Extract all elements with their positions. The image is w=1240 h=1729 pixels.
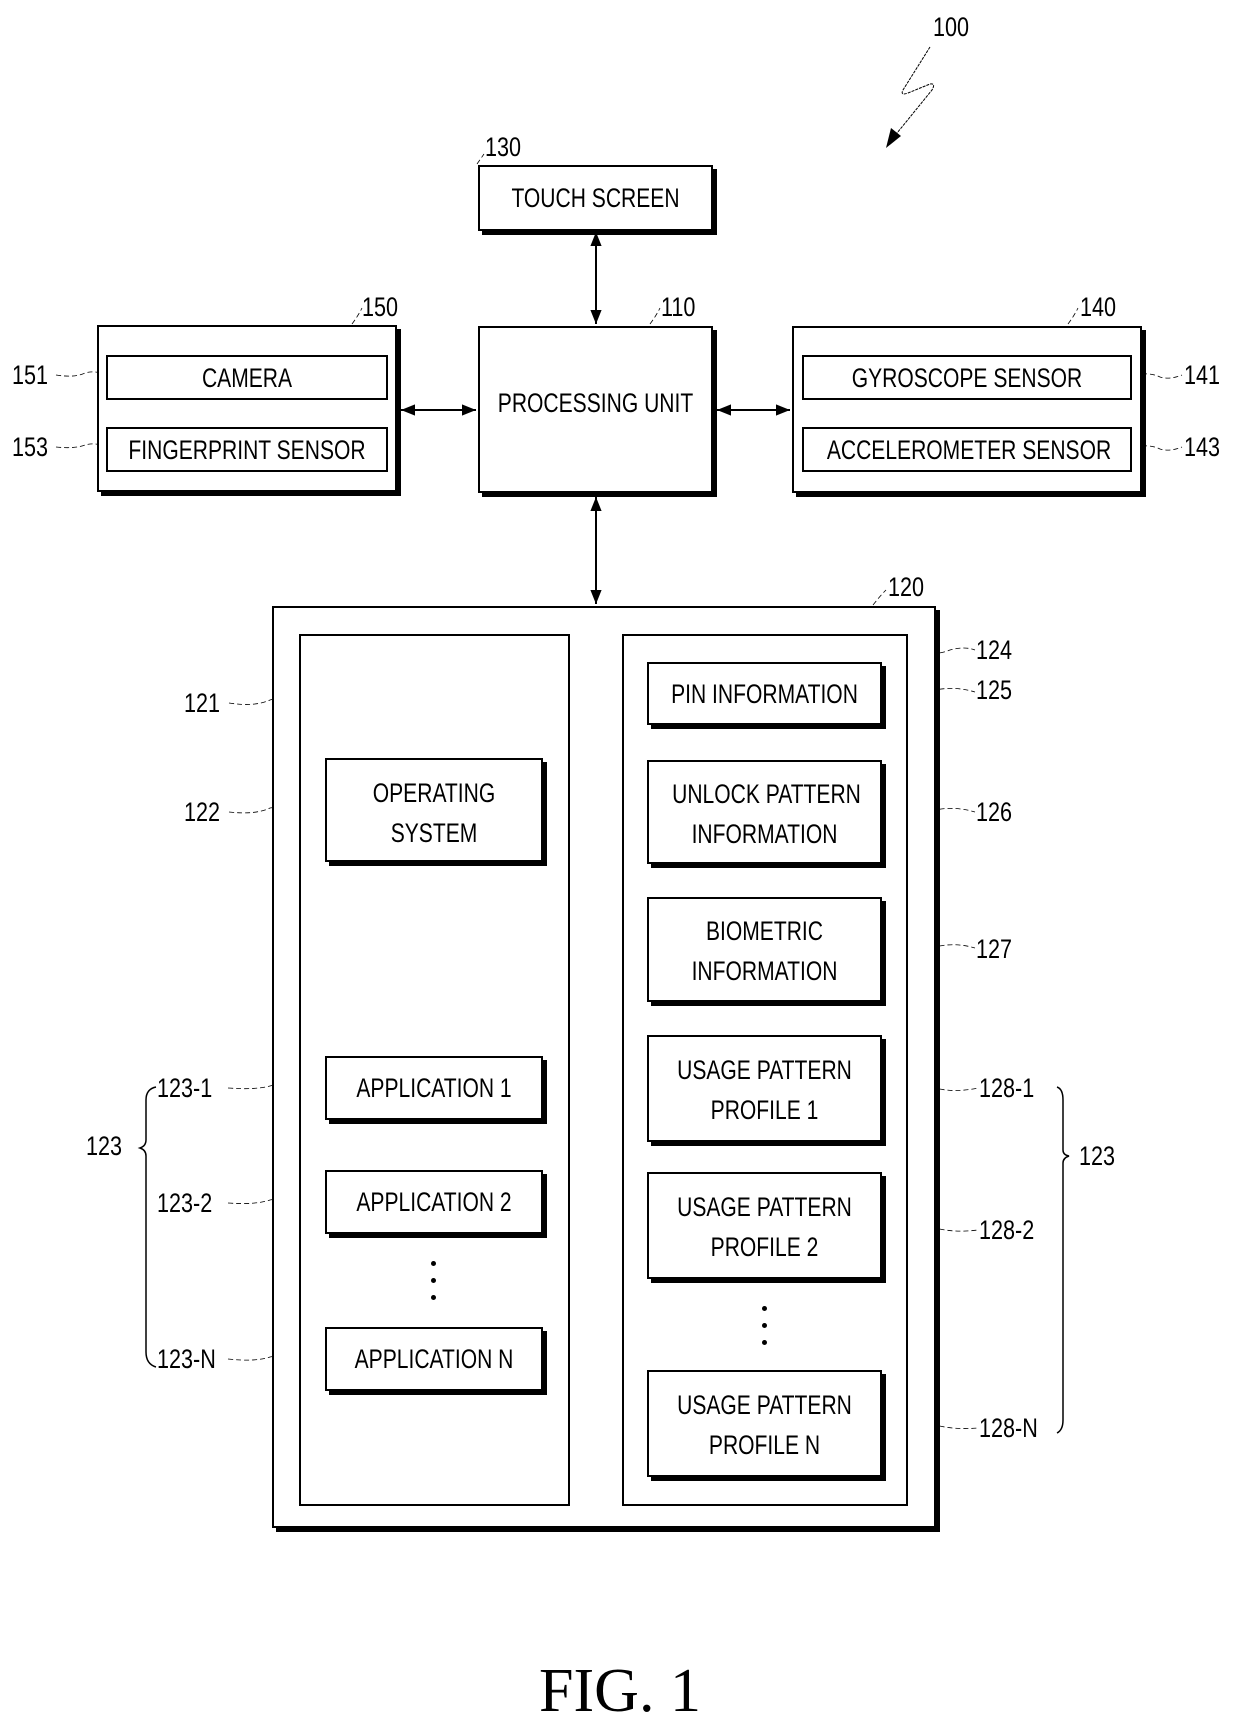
ref-123-left-group: 123 xyxy=(86,1131,123,1161)
brace-123-left xyxy=(137,1086,157,1368)
operating-system-line2: SYSTEM xyxy=(390,818,478,848)
processing-unit-label: PROCESSING UNIT xyxy=(497,388,694,418)
ref-123-n: 123-N xyxy=(157,1344,216,1374)
ref-127: 127 xyxy=(976,934,1013,964)
ref-125: 125 xyxy=(976,675,1013,705)
ref-151: 151 xyxy=(12,360,49,390)
ref-128-1: 128-1 xyxy=(979,1073,1035,1103)
usage-profile-2-line1: USAGE PATTERN xyxy=(677,1192,852,1222)
unlock-pattern-line1: UNLOCK PATTERN xyxy=(672,779,861,809)
biometric-line2: INFORMATION xyxy=(691,956,838,986)
brace-123-right xyxy=(1056,1086,1070,1434)
gyroscope-sensor-label: GYROSCOPE SENSOR xyxy=(851,362,1083,393)
application-ellipsis xyxy=(431,1261,436,1312)
application-n-label: APPLICATION N xyxy=(354,1344,514,1374)
unlock-pattern-line2: INFORMATION xyxy=(691,819,838,849)
ref-128-2: 128-2 xyxy=(979,1215,1035,1245)
ref-150: 150 xyxy=(362,292,399,322)
usage-profile-n-line1: USAGE PATTERN xyxy=(677,1390,852,1420)
ref-130: 130 xyxy=(485,132,522,162)
application-1-label: APPLICATION 1 xyxy=(356,1073,512,1103)
processing-unit-block: PROCESSING UNIT xyxy=(478,326,713,493)
usage-profile-1-line1: USAGE PATTERN xyxy=(677,1055,852,1085)
accelerometer-sensor-block: ACCELEROMETER SENSOR xyxy=(802,427,1132,472)
ref-128-n: 128-N xyxy=(979,1413,1038,1443)
ref-123-1: 123-1 xyxy=(157,1073,213,1103)
figure-caption: FIG. 1 xyxy=(539,1657,701,1725)
application-2-block: APPLICATION 2 xyxy=(325,1170,543,1234)
touch-screen-block: TOUCH SCREEN xyxy=(478,165,713,231)
usage-pattern-profile-1-block: USAGE PATTERN PROFILE 1 xyxy=(647,1035,882,1142)
ref-123-2: 123-2 xyxy=(157,1188,213,1218)
ref-143: 143 xyxy=(1184,432,1221,462)
usage-pattern-profile-2-block: USAGE PATTERN PROFILE 2 xyxy=(647,1172,882,1279)
gyroscope-sensor-block: GYROSCOPE SENSOR xyxy=(802,355,1132,400)
usage-profile-2-line2: PROFILE 2 xyxy=(710,1232,819,1262)
ref-100: 100 xyxy=(933,12,970,42)
unlock-pattern-block: UNLOCK PATTERN INFORMATION xyxy=(647,760,882,864)
pin-information-label: PIN INFORMATION xyxy=(671,678,858,709)
profile-ellipsis xyxy=(762,1306,767,1357)
ref-121: 121 xyxy=(184,688,221,718)
camera-label: CAMERA xyxy=(201,362,293,393)
application-1-block: APPLICATION 1 xyxy=(325,1056,543,1120)
operating-system-line1: OPERATING xyxy=(372,778,496,808)
camera-block: CAMERA xyxy=(106,355,388,400)
application-n-block: APPLICATION N xyxy=(325,1327,543,1391)
application-2-label: APPLICATION 2 xyxy=(356,1187,512,1217)
ref-123-right-group: 123 xyxy=(1079,1141,1116,1171)
ref-110: 110 xyxy=(661,292,696,322)
ref-153: 153 xyxy=(12,432,49,462)
usage-profile-n-line2: PROFILE N xyxy=(708,1430,821,1460)
ref-124: 124 xyxy=(976,635,1013,665)
ref-122: 122 xyxy=(184,797,221,827)
ref-141: 141 xyxy=(1184,360,1221,390)
ref-126: 126 xyxy=(976,797,1013,827)
pin-information-block: PIN INFORMATION xyxy=(647,662,882,725)
ref-120: 120 xyxy=(888,572,925,602)
fingerprint-sensor-block: FINGERPRINT SENSOR xyxy=(106,427,388,472)
operating-system-block: OPERATING SYSTEM xyxy=(325,758,543,862)
accelerometer-sensor-label: ACCELEROMETER SENSOR xyxy=(826,434,1112,465)
biometric-line1: BIOMETRIC xyxy=(705,916,823,946)
ref-140: 140 xyxy=(1080,292,1117,322)
biometric-information-block: BIOMETRIC INFORMATION xyxy=(647,897,882,1002)
usage-pattern-profile-n-block: USAGE PATTERN PROFILE N xyxy=(647,1370,882,1477)
touch-screen-label: TOUCH SCREEN xyxy=(511,183,680,213)
usage-profile-1-line2: PROFILE 1 xyxy=(710,1095,819,1125)
fingerprint-sensor-label: FINGERPRINT SENSOR xyxy=(128,434,366,465)
system-pointer-arrow xyxy=(892,46,935,139)
